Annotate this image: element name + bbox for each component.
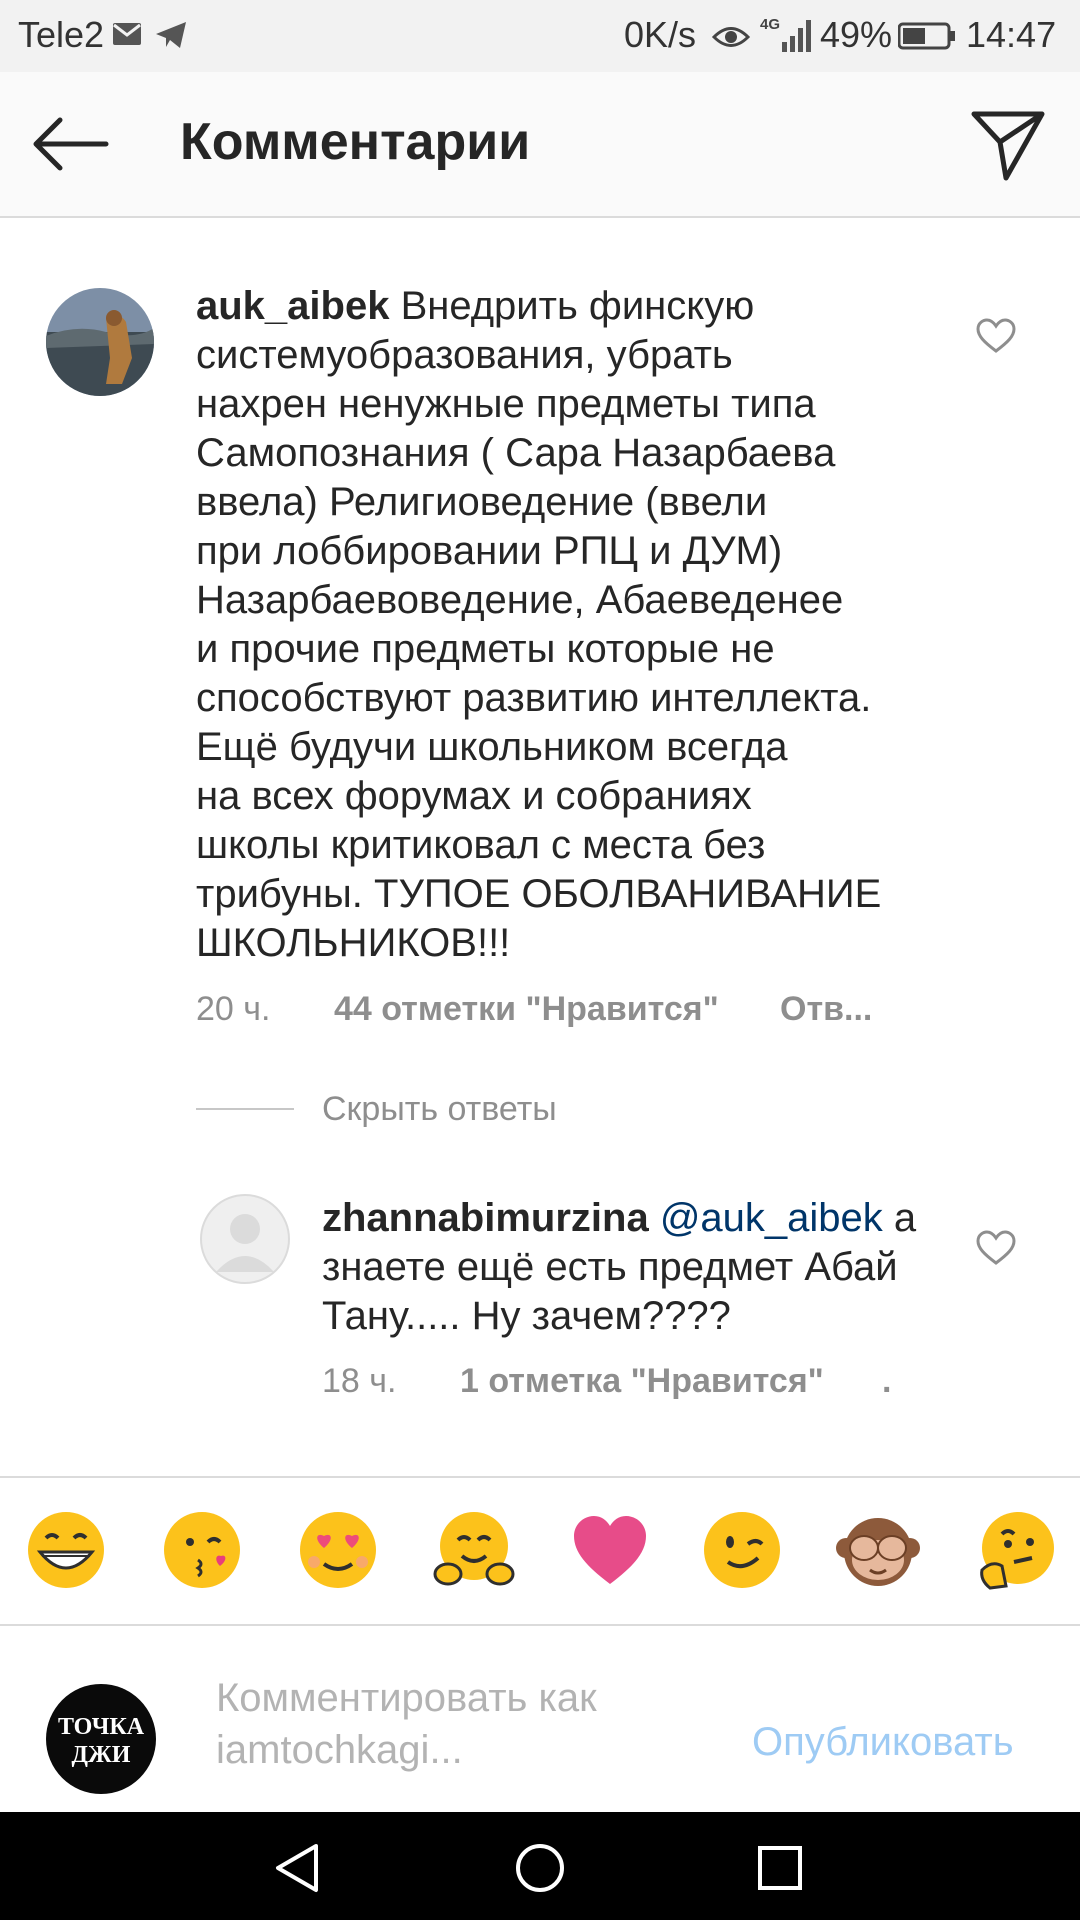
- divider: [196, 1108, 294, 1110]
- mention-link[interactable]: @auk_aibek: [660, 1196, 883, 1240]
- emoji-bar: [0, 1476, 1080, 1626]
- comment-line: способствуют развитию интеллекта.: [196, 676, 872, 720]
- page-title: Комментарии: [180, 113, 531, 171]
- arrow-left-icon[interactable]: [30, 112, 110, 176]
- comment-line: Ещё будучи школьником всегда: [196, 725, 788, 769]
- comment-line: школы критиковал с места без: [196, 823, 766, 867]
- reply-body: zhannabimurzina @auk_aibek а знаете ещё …: [322, 1194, 962, 1341]
- winking-face-icon[interactable]: [700, 1508, 784, 1592]
- reply-button[interactable]: Отв...: [780, 990, 872, 1029]
- heart-outline-icon[interactable]: [976, 1230, 1016, 1266]
- comment-text: Внедрить финскую: [389, 284, 755, 328]
- comment-line: Самопознания ( Сара Назарбаева: [196, 431, 836, 475]
- home-circle-icon[interactable]: [514, 1842, 566, 1894]
- comment-line: на всех форумах и собраниях: [196, 774, 752, 818]
- clock: 14:47: [966, 14, 1057, 55]
- mail-icon: [113, 23, 141, 45]
- comment-line: трибуны. ТУПОЕ ОБОЛВАНИВАНИЕ: [196, 872, 882, 916]
- see-no-evil-monkey-icon[interactable]: [836, 1508, 920, 1592]
- comment-username[interactable]: auk_aibek: [196, 284, 389, 328]
- telegram-icon: [156, 22, 186, 48]
- reply-line: zhannabimurzina @auk_aibek а: [322, 1194, 962, 1243]
- comment-line: Назарбаевоведение, Абаеведенее: [196, 578, 844, 622]
- recents-square-icon[interactable]: [756, 1844, 804, 1892]
- app-header: Комментарии: [0, 72, 1080, 218]
- comment-line: и прочие предметы которые не: [196, 627, 775, 671]
- heart-eyes-face-icon[interactable]: [296, 1508, 380, 1592]
- status-bar: Tele2 0K/s 4G 49% 14:47: [0, 0, 1080, 72]
- reply-text: а: [882, 1196, 917, 1240]
- battery-icon: [898, 22, 955, 50]
- comment-line: ввела) Религиоведение (ввели: [196, 480, 768, 524]
- avatar[interactable]: [200, 1194, 290, 1284]
- comment-input-placeholder: iamtochkagi...: [216, 1728, 463, 1772]
- reply-likes-link[interactable]: 1 отметка "Нравится": [460, 1362, 824, 1401]
- network-type: 4G: [760, 16, 781, 33]
- grinning-face-icon[interactable]: [24, 1508, 108, 1592]
- hide-replies-button[interactable]: Скрыть ответы: [322, 1090, 557, 1129]
- reply-username[interactable]: zhannabimurzina: [322, 1196, 649, 1240]
- reply-time: 18 ч.: [322, 1362, 397, 1400]
- signal-icon: [782, 20, 811, 52]
- carrier-label: Tele2: [18, 14, 105, 55]
- avatar-logo-text: ДЖИ: [71, 1742, 131, 1768]
- eye-icon: [712, 27, 750, 47]
- reply-button[interactable]: .: [882, 1362, 891, 1401]
- avatar-photo: [46, 288, 154, 396]
- paper-plane-icon[interactable]: [968, 106, 1048, 182]
- avatar[interactable]: [46, 288, 154, 396]
- comment-line: системуобразования, убрать: [196, 333, 733, 377]
- publish-button[interactable]: Опубликовать: [752, 1720, 1014, 1765]
- navigation-bar: [0, 1812, 1080, 1920]
- comment-body: auk_aibek Внедрить финскую системуобразо…: [196, 282, 956, 968]
- comment-time: 20 ч.: [196, 990, 271, 1028]
- comment-line: auk_aibek Внедрить финскую: [196, 282, 956, 331]
- comment-line: при лоббировании РПЦ и ДУМ): [196, 529, 783, 573]
- heart-outline-icon[interactable]: [976, 318, 1016, 354]
- hugging-face-icon[interactable]: [432, 1508, 516, 1592]
- comment-input[interactable]: Комментировать как iamtochkagi...: [216, 1672, 676, 1776]
- back-triangle-icon[interactable]: [272, 1842, 322, 1894]
- reply-line: знаете ещё есть предмет Абай: [322, 1245, 898, 1289]
- face-blowing-kiss-icon[interactable]: [160, 1508, 244, 1592]
- comment-line: ШКОЛЬНИКОВ!!!: [196, 921, 511, 965]
- pink-heart-icon[interactable]: [568, 1508, 652, 1592]
- thinking-face-icon[interactable]: [972, 1508, 1056, 1592]
- comment-input-placeholder: Комментировать как: [216, 1676, 597, 1720]
- avatar-logo-text: ТОЧКА: [57, 1714, 145, 1740]
- battery-percent: 49%: [820, 14, 893, 55]
- reply-line: Тану..... Ну зачем????: [322, 1294, 731, 1338]
- comment-likes-link[interactable]: 44 отметки "Нравится": [334, 990, 719, 1029]
- comment-line: нахрен ненужные предметы типа: [196, 382, 816, 426]
- default-avatar-icon: [216, 1214, 274, 1272]
- user-avatar[interactable]: ТОЧКА ДЖИ: [46, 1684, 156, 1794]
- network-speed: 0K/s: [624, 14, 697, 55]
